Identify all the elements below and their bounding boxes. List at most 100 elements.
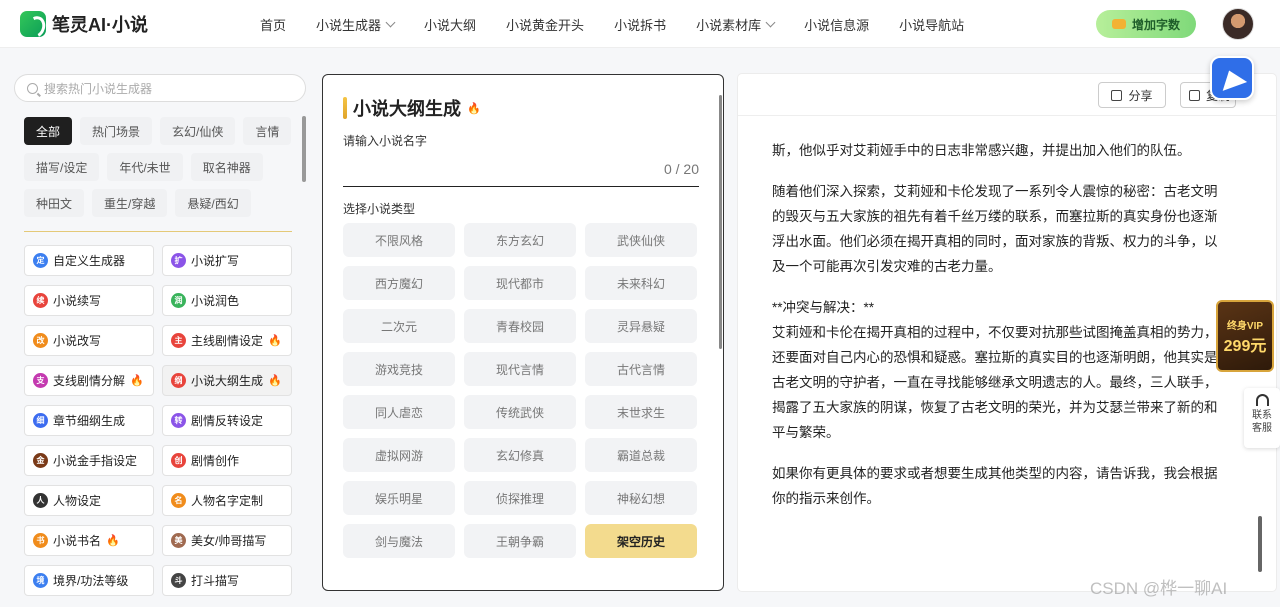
share-button[interactable]: 分享	[1098, 82, 1166, 108]
rewrite-icon: 改	[33, 333, 48, 348]
character-name-icon: 名	[171, 493, 186, 508]
novel-type-option[interactable]: 娱乐明星	[343, 481, 455, 515]
tool-label: 章节细纲生成	[53, 414, 126, 428]
novel-type-option[interactable]: 神秘幻想	[585, 481, 697, 515]
title-accent-bar	[343, 97, 347, 119]
add-words-button[interactable]: 增加字数	[1096, 10, 1196, 38]
tool-item[interactable]: 美美女/帅哥描写	[162, 525, 292, 556]
fire-icon: 🔥	[268, 375, 282, 387]
nav-item[interactable]: 小说导航站	[899, 15, 964, 34]
tool-label: 小说续写	[53, 294, 102, 308]
tool-label: 美女/帅哥描写	[191, 534, 267, 548]
tool-item[interactable]: 主主线剧情设定 🔥	[162, 325, 292, 356]
novel-type-option[interactable]: 现代言情	[464, 352, 576, 386]
logo-icon	[20, 11, 46, 37]
bird-shape	[1216, 65, 1248, 91]
novel-type-option[interactable]: 虚拟网游	[343, 438, 455, 472]
category-chip[interactable]: 种田文	[24, 189, 85, 217]
novel-type-option[interactable]: 末世求生	[585, 395, 697, 429]
tool-item[interactable]: 书小说书名 🔥	[24, 525, 154, 556]
contact-support-button[interactable]: 联系 客服	[1244, 388, 1280, 448]
novel-type-option[interactable]: 霸道总裁	[585, 438, 697, 472]
vip-promo-badge[interactable]: 终身VIP 299元	[1216, 300, 1274, 372]
nav-item[interactable]: 小说信息源	[804, 15, 869, 34]
add-words-label: 增加字数	[1131, 17, 1180, 32]
novel-type-option[interactable]: 古代言情	[585, 352, 697, 386]
output-toolbar: 分享 复制	[738, 74, 1276, 116]
novel-type-option[interactable]: 现代都市	[464, 266, 576, 300]
outline-form-panel: 小说大纲生成 🔥 请输入小说名字 0 / 20 选择小说类型 不限风格 东方玄幻武…	[322, 74, 724, 591]
nav-item[interactable]: 小说生成器	[316, 15, 396, 34]
category-chip[interactable]: 取名神器	[190, 153, 263, 181]
sub-plot-icon: 支	[33, 373, 48, 388]
search-input[interactable]: 搜索热门小说生成器	[14, 74, 306, 102]
tool-item[interactable]: 创剧情创作	[162, 445, 292, 476]
novel-type-option[interactable]: 侦探推理	[464, 481, 576, 515]
tool-item[interactable]: 名人物名字定制	[162, 485, 292, 516]
novel-name-input[interactable]	[343, 155, 699, 187]
search-icon	[27, 82, 38, 94]
tool-item[interactable]: 人人物设定	[24, 485, 154, 516]
nav-item[interactable]: 小说素材库	[696, 15, 776, 34]
category-chip[interactable]: 全部	[24, 117, 73, 145]
nav-item[interactable]: 小说黄金开头	[506, 15, 584, 34]
tool-item[interactable]: 纲小说大纲生成 🔥	[162, 365, 292, 396]
novel-type-option[interactable]: 灵异悬疑	[585, 309, 697, 343]
category-scrollbar[interactable]	[302, 116, 306, 182]
category-chip[interactable]: 言情	[243, 117, 292, 145]
tool-item[interactable]: 转剧情反转设定	[162, 405, 292, 436]
fight-icon: 斗	[171, 573, 186, 588]
novel-type-option[interactable]: 不限风格	[343, 223, 455, 257]
novel-type-option[interactable]: 西方魔幻	[343, 266, 455, 300]
category-chip[interactable]: 描写/设定	[24, 153, 100, 181]
output-scrollbar[interactable]	[1258, 516, 1262, 572]
nav-item[interactable]: 小说大纲	[424, 15, 476, 34]
tool-label: 小说金手指设定	[53, 454, 138, 468]
novel-type-option[interactable]: 未来科幻	[585, 266, 697, 300]
share-icon	[1111, 89, 1123, 101]
tool-item[interactable]: 润小说润色	[162, 285, 292, 316]
category-chip[interactable]: 热门场景	[80, 117, 153, 145]
category-chip[interactable]: 年代/未世	[107, 153, 183, 181]
novel-type-option[interactable]: 游戏竞技	[343, 352, 455, 386]
tool-item[interactable]: 金小说金手指设定	[24, 445, 154, 476]
nav-item[interactable]: 小说拆书	[614, 15, 666, 34]
tool-item[interactable]: 支支线剧情分解 🔥	[24, 365, 154, 396]
contact-line1: 联系	[1252, 410, 1272, 421]
novel-type-option[interactable]: 同人虐恋	[343, 395, 455, 429]
tool-label: 小说大纲生成	[191, 374, 264, 388]
nav-item-label: 小说大纲	[424, 17, 477, 33]
continue-icon: 续	[33, 293, 48, 308]
novel-type-option[interactable]: 二次元	[343, 309, 455, 343]
novel-type-option[interactable]: 东方玄幻	[464, 223, 576, 257]
novel-type-option[interactable]: 玄幻修真	[464, 438, 576, 472]
novel-type-option[interactable]: 剑与魔法	[343, 524, 455, 558]
tool-item[interactable]: 改小说改写	[24, 325, 154, 356]
tool-item[interactable]: 斗打斗描写	[162, 565, 292, 596]
tool-label: 人物设定	[53, 494, 102, 508]
tool-item[interactable]: 定自定义生成器	[24, 245, 154, 276]
novel-type-option[interactable]: 青春校园	[464, 309, 576, 343]
output-paragraph: 斯，他似乎对艾莉娅手中的日志非常感兴趣，并提出加入他们的队伍。	[772, 143, 1191, 158]
avatar[interactable]	[1222, 8, 1254, 40]
nav-item-label: 小说素材库	[696, 17, 762, 33]
main-plot-icon: 主	[171, 333, 186, 348]
tool-item[interactable]: 细章节细纲生成	[24, 405, 154, 436]
novel-type-option[interactable]: 传统武侠	[464, 395, 576, 429]
form-title: 小说大纲生成 🔥	[343, 95, 481, 121]
novel-type-option[interactable]: 架空历史	[585, 524, 697, 558]
output-panel: 分享 复制 斯，他似乎对艾莉娅手中的日志非常感兴趣，并提出加入他们的队伍。随着他…	[738, 74, 1276, 591]
form-scrollbar[interactable]	[719, 95, 722, 349]
category-chip[interactable]: 玄幻/仙侠	[160, 117, 236, 145]
tool-item[interactable]: 续小说续写	[24, 285, 154, 316]
tool-item[interactable]: 扩小说扩写	[162, 245, 292, 276]
nav-item[interactable]: 首页	[260, 15, 286, 34]
category-chip[interactable]: 悬疑/西幻	[175, 189, 251, 217]
category-chip[interactable]: 重生/穿越	[92, 189, 168, 217]
novel-type-option[interactable]: 王朝争霸	[464, 524, 576, 558]
assistant-bird-icon[interactable]	[1210, 56, 1254, 100]
logo[interactable]: 笔灵AI·小说	[20, 10, 148, 38]
novel-name-label: 请输入小说名字	[343, 134, 428, 148]
novel-type-option[interactable]: 武侠仙侠	[585, 223, 697, 257]
tool-item[interactable]: 境境界/功法等级	[24, 565, 154, 596]
